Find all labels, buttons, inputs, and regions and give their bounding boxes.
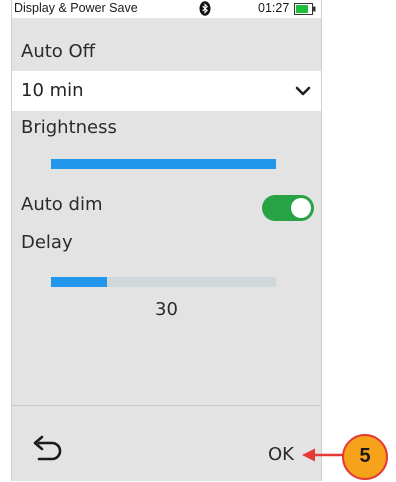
chevron-down-icon	[295, 86, 311, 96]
brightness-slider[interactable]	[51, 159, 276, 169]
status-bar: Display & Power Save 01:27	[12, 0, 321, 18]
brightness-label: Brightness	[21, 117, 117, 138]
bluetooth-icon	[199, 1, 211, 16]
auto-off-label: Auto Off	[21, 41, 96, 62]
back-arrow-icon[interactable]	[30, 433, 64, 463]
bottom-bar: OK	[12, 405, 321, 482]
delay-slider-fill	[51, 277, 108, 287]
auto-dim-label: Auto dim	[21, 194, 103, 215]
callout-arrow-icon	[302, 448, 345, 462]
ok-button[interactable]: OK	[268, 444, 294, 465]
delay-slider[interactable]	[51, 277, 276, 287]
delay-value: 30	[155, 299, 178, 320]
status-time: 01:27	[258, 1, 290, 15]
battery-icon	[294, 3, 316, 15]
callout-badge: 5	[342, 434, 388, 480]
auto-dim-toggle[interactable]	[262, 195, 314, 221]
status-title: Display & Power Save	[14, 1, 138, 15]
device-screen: Display & Power Save 01:27 Auto Off 10 m…	[11, 0, 322, 481]
auto-off-dropdown[interactable]: 10 min	[12, 71, 321, 111]
delay-label: Delay	[21, 232, 73, 253]
brightness-slider-fill	[51, 159, 276, 169]
toggle-knob	[291, 198, 311, 218]
auto-off-selected-value: 10 min	[21, 80, 84, 101]
